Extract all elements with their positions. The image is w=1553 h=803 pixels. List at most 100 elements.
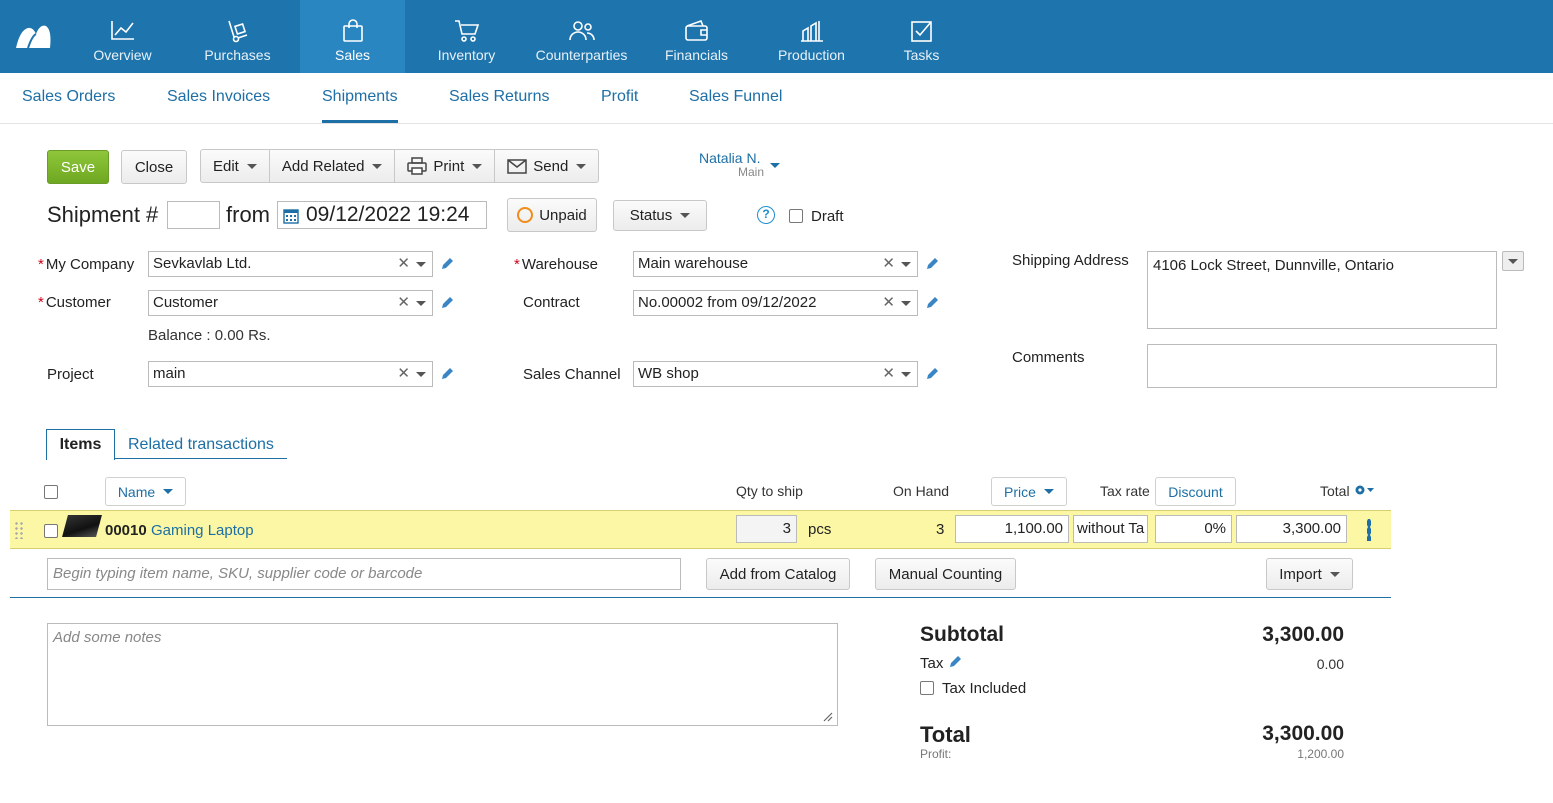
item-search-input[interactable]: Begin typing item name, SKU, supplier co… [47, 558, 681, 590]
chevron-down-icon[interactable] [416, 372, 426, 377]
row-qty-input[interactable]: 3 [736, 515, 797, 543]
edit-pencil-icon[interactable] [925, 367, 939, 381]
nav-label: Tasks [903, 47, 940, 63]
document-date-value: 09/12/2022 19:24 [306, 203, 470, 226]
tax-included-checkbox[interactable] [920, 681, 934, 695]
add-from-catalog-button[interactable]: Add from Catalog [706, 558, 850, 590]
my-company-value: Sevkavlab Ltd. [153, 255, 252, 272]
chevron-down-icon[interactable] [901, 372, 911, 377]
clear-icon[interactable]: ✕ [397, 291, 410, 315]
notes-textarea[interactable]: Add some notes [47, 623, 838, 726]
chevron-down-icon [680, 213, 691, 218]
top-navigation: Overview Purchases Sales Inventory Count… [0, 0, 1553, 73]
product-thumbnail [62, 515, 102, 537]
help-icon[interactable]: ? [757, 206, 775, 224]
row-menu-icon[interactable] [1367, 519, 1371, 541]
tab-sales-funnel[interactable]: Sales Funnel [689, 88, 782, 106]
clear-icon[interactable]: ✕ [397, 362, 410, 386]
chevron-down-icon[interactable] [416, 301, 426, 306]
column-name-label: Name [117, 483, 156, 500]
nav-label: Overview [93, 47, 152, 63]
table-row[interactable]: 00010 Gaming Laptop 3 pcs 3 1,100.00 wit… [10, 510, 1391, 549]
column-name-sort[interactable]: Name [105, 477, 186, 506]
clear-icon[interactable]: ✕ [882, 362, 895, 386]
column-discount-button[interactable]: Discount [1155, 477, 1236, 506]
save-button[interactable]: Save [47, 150, 109, 184]
address-dropdown-button[interactable] [1502, 251, 1524, 271]
row-tax-rate-select[interactable]: without Ta [1073, 515, 1148, 543]
edit-pencil-icon[interactable] [925, 257, 939, 271]
shipping-address-field[interactable]: 4106 Lock Street, Dunnville, Ontario [1147, 251, 1497, 329]
tab-underline [115, 458, 287, 459]
calendar-icon[interactable] [283, 208, 299, 224]
payment-status-button[interactable]: Unpaid [507, 198, 597, 232]
contract-select[interactable]: No.00002 from 09/12/2022 ✕ [633, 290, 918, 316]
sales-channel-select[interactable]: WB shop ✕ [633, 361, 918, 387]
tab-items[interactable]: Items [46, 429, 115, 460]
nav-purchases[interactable]: Purchases [185, 0, 290, 73]
edit-pencil-icon[interactable] [440, 296, 454, 310]
nav-financials[interactable]: Financials [644, 0, 749, 73]
nav-inventory[interactable]: Inventory [414, 0, 519, 73]
manual-counting-button[interactable]: Manual Counting [875, 558, 1016, 590]
tab-shipments[interactable]: Shipments [322, 88, 398, 123]
resize-handle-icon[interactable] [823, 712, 833, 722]
logo-icon[interactable] [14, 22, 52, 50]
document-number-input[interactable] [167, 201, 220, 229]
column-price-label: Price [1004, 483, 1036, 500]
warehouse-select[interactable]: Main warehouse ✕ [633, 251, 918, 277]
tab-profit[interactable]: Profit [601, 88, 638, 106]
chevron-down-icon [472, 163, 483, 169]
edit-pencil-icon[interactable] [440, 367, 454, 381]
document-date-input[interactable]: 09/12/2022 19:24 [277, 201, 487, 229]
sub-navigation: Sales Orders Sales Invoices Shipments Sa… [0, 73, 1553, 124]
user-name[interactable]: Natalia N. [699, 150, 760, 166]
comments-field[interactable] [1147, 344, 1497, 388]
tab-sales-returns[interactable]: Sales Returns [449, 88, 550, 106]
row-checkbox[interactable] [44, 524, 58, 538]
nav-overview[interactable]: Overview [70, 0, 175, 73]
row-price-input[interactable]: 1,100.00 [955, 515, 1069, 543]
row-item-name-link[interactable]: Gaming Laptop [151, 522, 254, 539]
nav-production[interactable]: Production [759, 0, 864, 73]
project-select[interactable]: main ✕ [148, 361, 433, 387]
row-total-input[interactable]: 3,300.00 [1236, 515, 1347, 543]
status-dropdown[interactable]: Status [613, 200, 707, 231]
factory-icon [800, 21, 823, 42]
clear-icon[interactable]: ✕ [882, 252, 895, 276]
add-related-button[interactable]: Add Related [270, 150, 396, 182]
send-button[interactable]: Send [495, 150, 598, 182]
hand-truck-icon [227, 20, 247, 43]
edit-pencil-icon[interactable] [440, 257, 454, 271]
clear-icon[interactable]: ✕ [397, 252, 410, 276]
print-button[interactable]: Print [395, 150, 496, 182]
nav-sales[interactable]: Sales [300, 0, 405, 73]
my-company-select[interactable]: Sevkavlab Ltd. ✕ [148, 251, 433, 277]
chevron-down-icon[interactable] [901, 262, 911, 267]
payment-status-label: Unpaid [539, 206, 587, 224]
row-discount-input[interactable]: 0% [1155, 515, 1232, 543]
edit-button[interactable]: Edit [201, 150, 270, 182]
chevron-down-icon[interactable] [901, 301, 911, 306]
tab-sales-orders[interactable]: Sales Orders [22, 88, 115, 106]
user-chevron-icon[interactable] [770, 163, 780, 168]
import-label: Import [1279, 565, 1322, 583]
draft-label: Draft [811, 208, 844, 225]
close-button[interactable]: Close [121, 150, 187, 184]
draft-checkbox[interactable] [789, 209, 803, 223]
import-button[interactable]: Import [1266, 558, 1353, 590]
chevron-down-icon[interactable] [416, 262, 426, 267]
edit-tax-pencil-icon[interactable] [948, 655, 962, 669]
edit-pencil-icon[interactable] [925, 296, 939, 310]
select-all-checkbox[interactable] [44, 485, 58, 499]
nav-tasks[interactable]: Tasks [869, 0, 974, 73]
clear-icon[interactable]: ✕ [882, 291, 895, 315]
tab-related-transactions[interactable]: Related transactions [128, 436, 274, 454]
column-settings-gear-icon[interactable] [1354, 484, 1376, 496]
customer-select[interactable]: Customer ✕ [148, 290, 433, 316]
tab-sales-invoices[interactable]: Sales Invoices [167, 88, 270, 106]
edit-label: Edit [213, 157, 239, 175]
drag-handle-icon[interactable] [14, 521, 24, 539]
column-price-sort[interactable]: Price [991, 477, 1067, 506]
nav-counterparties[interactable]: Counterparties [529, 0, 634, 73]
